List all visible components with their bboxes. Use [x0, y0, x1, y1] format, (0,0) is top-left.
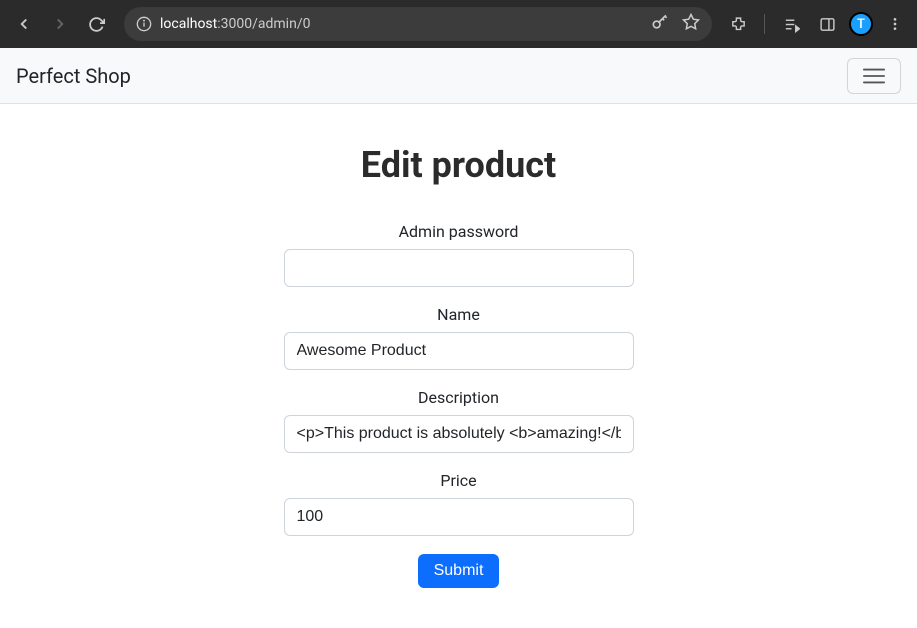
reload-button[interactable]	[80, 8, 112, 40]
divider	[764, 14, 765, 34]
password-key-icon[interactable]	[650, 12, 670, 36]
address-bar[interactable]: localhost:3000/admin/0	[124, 7, 712, 41]
price-input[interactable]	[284, 498, 634, 536]
price-label: Price	[16, 471, 901, 490]
back-button[interactable]	[8, 8, 40, 40]
admin-password-input[interactable]	[284, 249, 634, 287]
submit-button[interactable]: Submit	[418, 554, 500, 588]
forward-button[interactable]	[44, 8, 76, 40]
name-input[interactable]	[284, 332, 634, 370]
bookmark-star-icon[interactable]	[682, 13, 700, 35]
browser-toolbar: localhost:3000/admin/0 T	[0, 0, 917, 48]
url-text: localhost:3000/admin/0	[160, 16, 310, 32]
media-control-icon[interactable]	[777, 10, 805, 38]
main-content: Edit product Admin password Name Descrip…	[0, 104, 917, 628]
description-label: Description	[16, 388, 901, 407]
side-panel-icon[interactable]	[813, 10, 841, 38]
extensions-icon[interactable]	[724, 10, 752, 38]
app-navbar: Perfect Shop	[0, 48, 917, 104]
profile-avatar[interactable]: T	[849, 12, 873, 36]
admin-password-label: Admin password	[16, 222, 901, 241]
site-info-icon[interactable]	[136, 16, 152, 32]
hamburger-menu-button[interactable]	[847, 58, 901, 94]
chrome-menu-icon[interactable]	[881, 10, 909, 38]
name-label: Name	[16, 305, 901, 324]
brand-title[interactable]: Perfect Shop	[16, 64, 131, 88]
page-title: Edit product	[16, 144, 901, 186]
description-input[interactable]	[284, 415, 634, 453]
